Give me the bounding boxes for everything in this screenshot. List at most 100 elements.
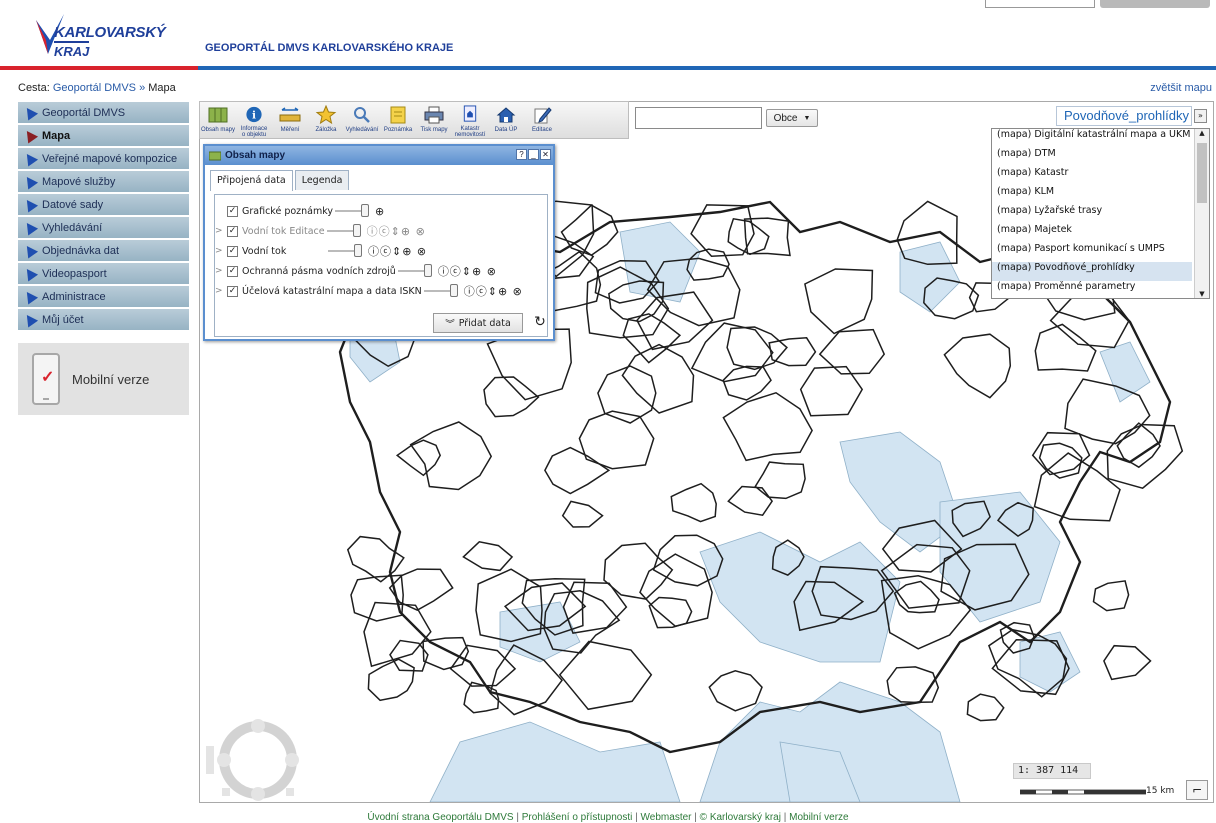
tool-object-info[interactable]: i Informace o objektu bbox=[236, 102, 272, 138]
breadcrumb-link-geoportal[interactable]: Geoportál DMVS bbox=[53, 82, 136, 94]
tool-edit[interactable]: Editace bbox=[524, 102, 560, 138]
layer-action-icons[interactable]: ⓘⓒ⇕⊕ ⊗ bbox=[368, 243, 427, 259]
layer-checkbox[interactable]: ✓ bbox=[227, 205, 238, 217]
tool-note[interactable]: Poznámka bbox=[380, 102, 416, 138]
footer-separator: | bbox=[516, 812, 519, 823]
mobile-phone-icon: ✓ bbox=[32, 353, 60, 405]
close-icon[interactable]: ✕ bbox=[540, 149, 551, 160]
mobile-version-box[interactable]: ✓ Mobilní verze bbox=[18, 343, 189, 415]
triangle-icon bbox=[21, 150, 39, 167]
composition-scrollbar[interactable]: ▲ ▼ bbox=[1194, 129, 1209, 298]
sidebar-item-my-account[interactable]: Můj účet bbox=[18, 309, 189, 330]
composition-item[interactable]: (mapa) Katastr bbox=[992, 167, 1192, 186]
layer-checkbox[interactable]: ✓ bbox=[227, 265, 238, 277]
footer-link-webmaster[interactable]: Webmaster bbox=[641, 812, 692, 823]
tool-measure[interactable]: Měření bbox=[272, 102, 308, 138]
note-icon bbox=[390, 106, 406, 124]
composition-select[interactable]: Povodňové_prohlídky bbox=[1056, 106, 1192, 126]
expand-icon[interactable]: > bbox=[215, 246, 227, 256]
pan-right-icon bbox=[285, 753, 299, 767]
map-navigation-control[interactable] bbox=[206, 716, 302, 802]
composition-item[interactable]: (mapa) DTM bbox=[992, 148, 1192, 167]
tool-cadastre[interactable]: Katastr nemovitostí bbox=[452, 102, 488, 138]
expand-icon[interactable]: > bbox=[215, 226, 227, 236]
scrollbar-thumb[interactable] bbox=[1197, 143, 1207, 203]
tool-up-data[interactable]: Data ÚP bbox=[488, 102, 524, 138]
footer-link-accessibility[interactable]: Prohlášení o přístupnosti bbox=[522, 812, 633, 823]
triangle-icon bbox=[21, 242, 39, 259]
composition-item[interactable]: (mapa) KLM bbox=[992, 186, 1192, 205]
add-data-button[interactable]: ︾ Přidat data bbox=[433, 313, 523, 333]
composition-item[interactable]: (mapa) Lyžařské trasy bbox=[992, 205, 1192, 224]
triangle-icon bbox=[21, 173, 39, 190]
search-input[interactable] bbox=[635, 107, 762, 129]
opacity-slider[interactable] bbox=[326, 224, 361, 237]
enlarge-map-link[interactable]: zvětšit mapu bbox=[1150, 82, 1212, 94]
footer-link-copyright[interactable]: © Karlovarský kraj bbox=[700, 812, 781, 823]
sidebar-item-public-compositions[interactable]: Veřejné mapové kompozice bbox=[18, 148, 189, 169]
obce-dropdown[interactable]: Obce ▼ bbox=[766, 109, 818, 127]
footer-link-home[interactable]: Úvodní strana Geoportálu DMVS bbox=[367, 812, 513, 823]
layer-checkbox[interactable]: ✓ bbox=[227, 225, 238, 237]
sidebar-item-label: Objednávka dat bbox=[42, 244, 120, 257]
pan-left-icon bbox=[217, 753, 231, 767]
composition-item[interactable]: (mapa) Majetek bbox=[992, 224, 1192, 243]
opacity-slider[interactable] bbox=[423, 284, 458, 297]
overview-map-button[interactable]: ⌐ bbox=[1186, 780, 1208, 800]
composition-item-selected[interactable]: (mapa) Povodňové_prohlídky bbox=[992, 262, 1192, 281]
layer-checkbox[interactable]: ✓ bbox=[227, 285, 238, 297]
composition-item[interactable]: (mapa) Pasport komunikací s ÚMPS bbox=[992, 243, 1192, 262]
layer-action-icons[interactable]: ⓘⓒ⇕⊕ ⊗ bbox=[438, 263, 497, 279]
sidebar-item-label: Vyhledávání bbox=[42, 221, 103, 234]
triangle-icon bbox=[21, 196, 39, 213]
expand-icon[interactable]: > bbox=[215, 266, 227, 276]
sidebar: Geoportál DMVS Mapa Veřejné mapové kompo… bbox=[18, 102, 189, 332]
layer-action-icons[interactable]: ⊕ bbox=[375, 205, 385, 218]
sidebar-item-administration[interactable]: Administrace bbox=[18, 286, 189, 307]
opacity-slider[interactable] bbox=[397, 264, 432, 277]
refresh-icon[interactable]: ↻ bbox=[531, 313, 549, 333]
karlovarsky-kraj-logo[interactable]: KARLOVARSKÝ KRAJ bbox=[34, 10, 166, 60]
composition-item[interactable]: (mapa) Digitální katastrální mapa a ÚKM bbox=[992, 129, 1192, 148]
sidebar-item-datasets[interactable]: Datové sady bbox=[18, 194, 189, 215]
scroll-down-icon[interactable]: ▼ bbox=[1195, 290, 1209, 298]
layer-action-icons[interactable]: ⓘⓒ⇕⊕ ⊗ bbox=[367, 223, 426, 239]
expand-icon[interactable]: > bbox=[215, 286, 227, 296]
sidebar-item-map-services[interactable]: Mapové služby bbox=[18, 171, 189, 192]
panel-header[interactable]: Obsah mapy ? _ ✕ bbox=[205, 146, 553, 165]
sidebar-item-data-order[interactable]: Objednávka dat bbox=[18, 240, 189, 261]
panel-tabs: Připojená data Legenda bbox=[210, 170, 351, 191]
breadcrumb: Cesta: Geoportál DMVS » Mapa bbox=[18, 82, 176, 94]
footer-separator: | bbox=[635, 812, 638, 823]
footer-link-mobile[interactable]: Mobilní verze bbox=[789, 812, 848, 823]
composition-item[interactable]: (mapa) Proměnné parametry bbox=[992, 281, 1192, 300]
composition-collapse-button[interactable]: » bbox=[1194, 109, 1207, 123]
minimize-icon[interactable]: _ bbox=[528, 149, 539, 160]
layer-checkbox[interactable]: ✓ bbox=[227, 245, 238, 257]
top-search-input[interactable] bbox=[985, 0, 1095, 8]
opacity-slider[interactable] bbox=[335, 204, 370, 217]
tool-map-content[interactable]: Obsah mapy bbox=[200, 102, 236, 138]
sidebar-item-mapa[interactable]: Mapa bbox=[18, 125, 189, 146]
help-icon[interactable]: ? bbox=[516, 149, 527, 160]
layer-action-icons[interactable]: ⓘⓒ⇕⊕ ⊗ bbox=[464, 283, 523, 299]
sidebar-item-search[interactable]: Vyhledávání bbox=[18, 217, 189, 238]
scale-readout: 1: 387 114 bbox=[1013, 763, 1091, 779]
site-title: GEOPORTÁL DMVS KARLOVARSKÉHO KRAJE bbox=[205, 42, 454, 54]
info-icon: i bbox=[246, 106, 262, 123]
pan-up-icon bbox=[251, 719, 265, 733]
sidebar-item-videopasport[interactable]: Videopasport bbox=[18, 263, 189, 284]
obce-label: Obce bbox=[773, 112, 798, 124]
tab-attached-data[interactable]: Připojená data bbox=[210, 170, 293, 191]
opacity-slider[interactable] bbox=[328, 244, 362, 257]
tool-print[interactable]: Tisk mapy bbox=[416, 102, 452, 138]
sidebar-item-label: Geoportál DMVS bbox=[42, 106, 126, 119]
scroll-up-icon[interactable]: ▲ bbox=[1195, 129, 1209, 137]
sidebar-item-label: Datové sady bbox=[42, 198, 104, 211]
top-button[interactable] bbox=[1100, 0, 1210, 8]
footer-separator: | bbox=[694, 812, 697, 823]
tool-bookmark[interactable]: Záložka bbox=[308, 102, 344, 138]
tool-search[interactable]: Vyhledávání bbox=[344, 102, 380, 138]
sidebar-item-geoportal[interactable]: Geoportál DMVS bbox=[18, 102, 189, 123]
tab-legend[interactable]: Legenda bbox=[294, 170, 350, 190]
